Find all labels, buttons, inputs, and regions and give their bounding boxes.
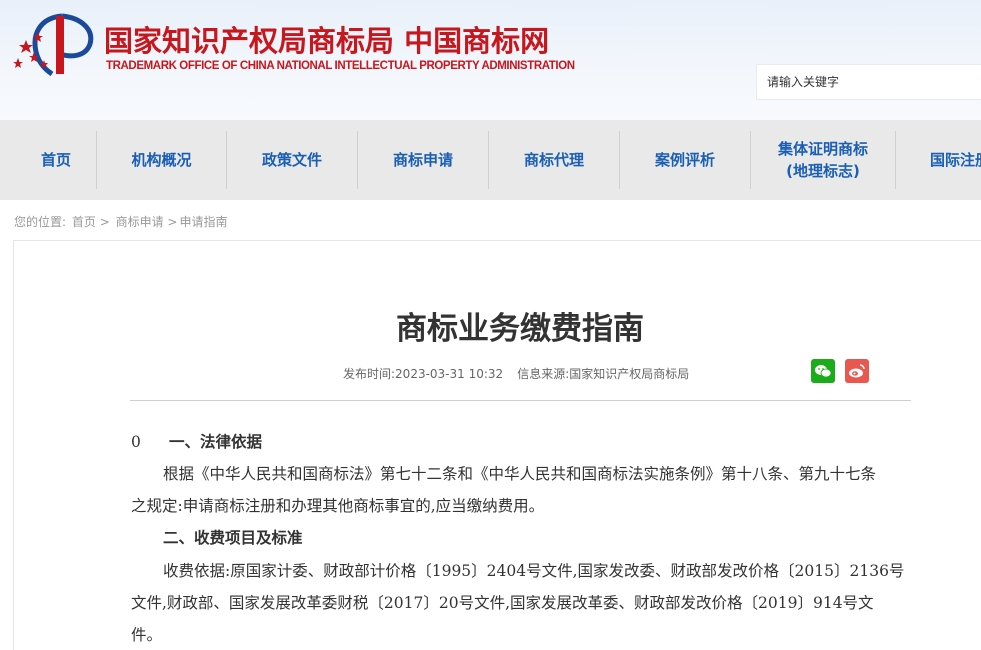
publish-time: 发布时间:2023-03-31 10:32 [343, 367, 504, 381]
site-header: 国家知识产权局商标局 中国商标网 TRADEMARK OFFICE OF CHI… [0, 0, 981, 120]
article-meta: 发布时间:2023-03-31 10:32 信息来源:国家知识产权局商标局 [343, 365, 689, 382]
paragraph: 件。 [131, 626, 163, 644]
wechat-share-button[interactable] [811, 359, 835, 383]
paragraph: 收费依据:原国家计委、财政部计价格〔1995〕2404号文件,国家发改委、财政部… [163, 562, 905, 580]
nav-item-application[interactable]: 商标申请 [358, 130, 488, 190]
paragraph: 根据《中华人民共和国商标法》第七十二条和《中华人民共和国商标法实施条例》第十八条… [163, 465, 877, 483]
nav-item-international[interactable]: 国际注册 [896, 130, 981, 190]
heading-text: 一、法律依据 [169, 432, 263, 451]
breadcrumb-current[interactable]: 申请指南 [179, 215, 227, 229]
weibo-share-button[interactable] [845, 359, 869, 383]
section-heading-fees: 二、收费项目及标准 [163, 528, 303, 547]
nav-item-home[interactable]: 首页 [16, 130, 96, 190]
nav-item-agency[interactable]: 商标代理 [489, 130, 619, 190]
wechat-icon [815, 365, 832, 378]
paragraph: 文件,财政部、国家发展改革委财税〔2017〕20号文件,国家发展改革委、财政部发… [131, 594, 874, 612]
breadcrumb-home-link[interactable]: 首页 > [72, 215, 110, 229]
breadcrumb-prefix: 您的位置: [14, 215, 67, 229]
weibo-icon [849, 364, 865, 378]
nav-item-policy[interactable]: 政策文件 [227, 130, 357, 190]
breadcrumb-application-link[interactable]: 商标申请 > [116, 215, 178, 229]
search-input[interactable] [757, 65, 981, 99]
breadcrumb: 您的位置: 首页 > 商标申请 > 申请指南 [14, 213, 229, 230]
search-box [756, 64, 981, 100]
site-subtitle: TRADEMARK OFFICE OF CHINA NATIONAL INTEL… [106, 60, 575, 72]
site-title[interactable]: 国家知识产权局商标局 中国商标网 [104, 18, 549, 60]
article-title: 商标业务缴费指南 [396, 311, 644, 347]
main-nav: 首页 机构概况 政策文件 商标申请 商标代理 案例评析 集体证明商标 (地理标志… [0, 120, 981, 200]
article-divider [130, 400, 911, 401]
nav-item-about[interactable]: 机构概况 [97, 130, 226, 190]
nav-item-cases[interactable]: 案例评析 [620, 130, 750, 190]
article-source: 信息来源:国家知识产权局商标局 [517, 367, 690, 381]
section-heading-legal-basis: 0 一、法律依据 [131, 432, 911, 452]
logo-icon[interactable] [12, 12, 96, 76]
paragraph: 之规定:申请商标注册和办理其他商标事宜的,应当缴纳费用。 [131, 497, 545, 515]
nav-item-geographical-marks[interactable]: 集体证明商标 (地理标志) [751, 130, 895, 190]
list-marker: 0 [131, 433, 141, 451]
